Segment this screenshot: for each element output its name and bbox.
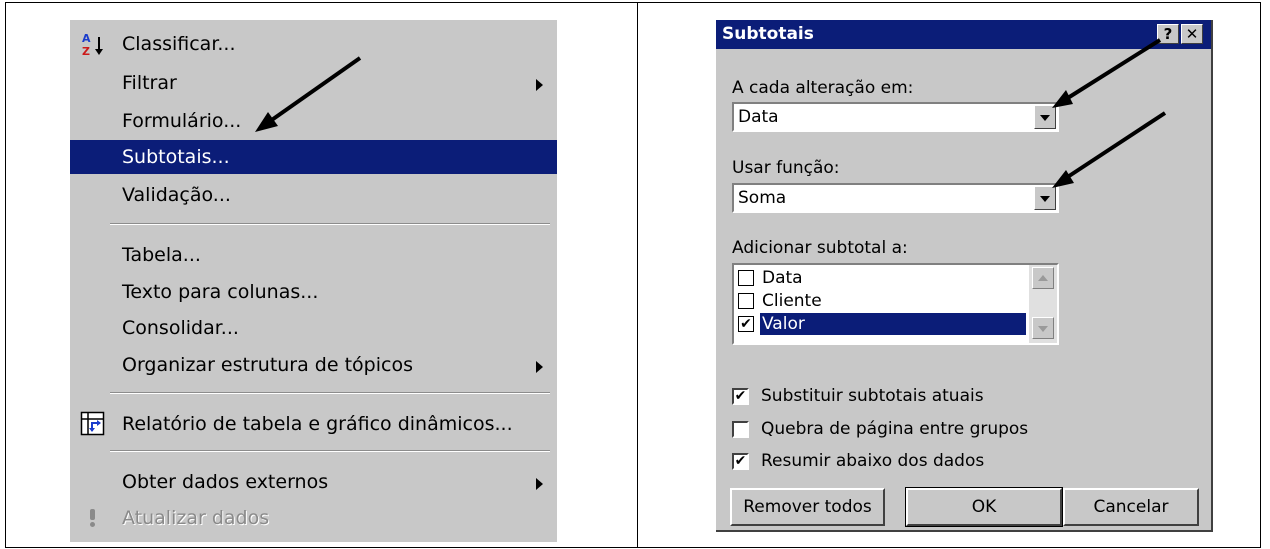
cancel-button[interactable]: Cancelar <box>1063 488 1199 526</box>
chevron-down-icon[interactable] <box>1034 186 1056 210</box>
option-label: Quebra de página entre grupos <box>761 419 1029 439</box>
checkbox[interactable]: ✔ <box>732 388 749 405</box>
menu-item-label: Tabela... <box>122 244 201 266</box>
checkbox[interactable] <box>738 293 754 309</box>
submenu-arrow-icon <box>536 478 543 490</box>
menu-item-label: Obter dados externos <box>122 471 329 493</box>
scroll-down-icon[interactable] <box>1032 317 1054 339</box>
frame-divider <box>637 2 638 548</box>
menu-item-label: Organizar estrutura de tópicos <box>122 354 413 376</box>
menu-item-relatorio-dinamico[interactable]: Relatório de tabela e gráfico dinâmicos.… <box>70 407 557 441</box>
function-select[interactable]: Soma <box>732 183 1059 213</box>
dialog-title: Subtotais <box>722 24 814 44</box>
option-label: Substituir subtotais atuais <box>761 386 984 406</box>
change-field-select[interactable]: Data <box>732 102 1059 132</box>
menu-separator <box>110 223 550 225</box>
submenu-arrow-icon <box>536 79 543 91</box>
function-label: Usar função: <box>732 158 840 178</box>
list-item-data[interactable]: Data <box>736 267 1032 291</box>
menu-separator <box>110 450 550 452</box>
scroll-up-icon[interactable] <box>1032 267 1054 289</box>
exclamation-icon <box>80 505 106 531</box>
menu-item-filtrar[interactable]: Filtrar <box>70 66 557 100</box>
menu-item-texto-para-colunas[interactable]: Texto para colunas... <box>70 275 557 309</box>
svg-text:Z: Z <box>82 45 90 57</box>
list-item-label: Data <box>762 268 803 288</box>
help-button[interactable]: ? <box>1157 24 1179 44</box>
list-item-label: Cliente <box>762 291 822 311</box>
add-subtotal-list[interactable]: Data Cliente ✔ Valor <box>732 263 1059 345</box>
menu-item-tabela[interactable]: Tabela... <box>70 238 557 272</box>
menu-item-label: Texto para colunas... <box>122 281 319 303</box>
menu-item-validacao[interactable]: Validação... <box>70 178 557 212</box>
sort-az-icon: A Z <box>80 31 106 58</box>
checkbox[interactable]: ✔ <box>738 316 754 332</box>
submenu-arrow-icon <box>536 361 543 373</box>
menu-item-subtotais[interactable]: Subtotais... <box>70 140 557 174</box>
subtotais-dialog: Subtotais ? ✕ A cada alteração em: Data … <box>716 20 1213 532</box>
menu-item-classificar[interactable]: A Z Classificar... <box>70 27 557 61</box>
menu-item-label: Relatório de tabela e gráfico dinâmicos.… <box>122 413 513 435</box>
menu-item-organizar-estrutura[interactable]: Organizar estrutura de tópicos <box>70 348 557 382</box>
checkbox[interactable] <box>732 421 749 438</box>
menu-item-formulario[interactable]: Formulário... <box>70 104 557 138</box>
option-label: Resumir abaixo dos dados <box>761 451 985 471</box>
list-item-label: Valor <box>760 313 1026 335</box>
menu-item-consolidar[interactable]: Consolidar... <box>70 311 557 345</box>
chevron-down-icon[interactable] <box>1034 105 1056 129</box>
remove-all-button[interactable]: Remover todos <box>730 488 885 526</box>
menu-item-label: Classificar... <box>122 33 236 55</box>
dialog-titlebar: Subtotais ? ✕ <box>716 20 1211 49</box>
menu-item-obter-dados-externos[interactable]: Obter dados externos <box>70 465 557 499</box>
checkbox[interactable] <box>738 270 754 286</box>
checkbox[interactable]: ✔ <box>732 453 749 470</box>
list-item-valor[interactable]: ✔ Valor <box>736 313 1032 337</box>
menu-item-label: Validação... <box>122 184 231 206</box>
menu-item-label: Formulário... <box>122 110 242 132</box>
add-subtotal-label: Adicionar subtotal a: <box>732 238 908 258</box>
change-field-value: Data <box>738 107 779 127</box>
svg-text:A: A <box>82 32 91 45</box>
menu-item-atualizar-dados: Atualizar dados <box>70 501 557 535</box>
list-item-cliente[interactable]: Cliente <box>736 290 1032 314</box>
menu-item-label: Atualizar dados <box>122 507 270 529</box>
menu-item-label: Subtotais... <box>122 146 230 168</box>
close-button[interactable]: ✕ <box>1181 24 1203 44</box>
data-menu: A Z Classificar... Filtrar Formulário...… <box>70 20 557 542</box>
list-scrollbar[interactable] <box>1029 265 1057 343</box>
menu-separator <box>110 392 550 394</box>
menu-item-label: Filtrar <box>122 72 177 94</box>
pivot-table-icon <box>80 411 106 437</box>
function-value: Soma <box>738 188 787 208</box>
change-field-label: A cada alteração em: <box>732 78 914 98</box>
ok-button[interactable]: OK <box>905 487 1063 527</box>
menu-item-label: Consolidar... <box>122 317 239 339</box>
